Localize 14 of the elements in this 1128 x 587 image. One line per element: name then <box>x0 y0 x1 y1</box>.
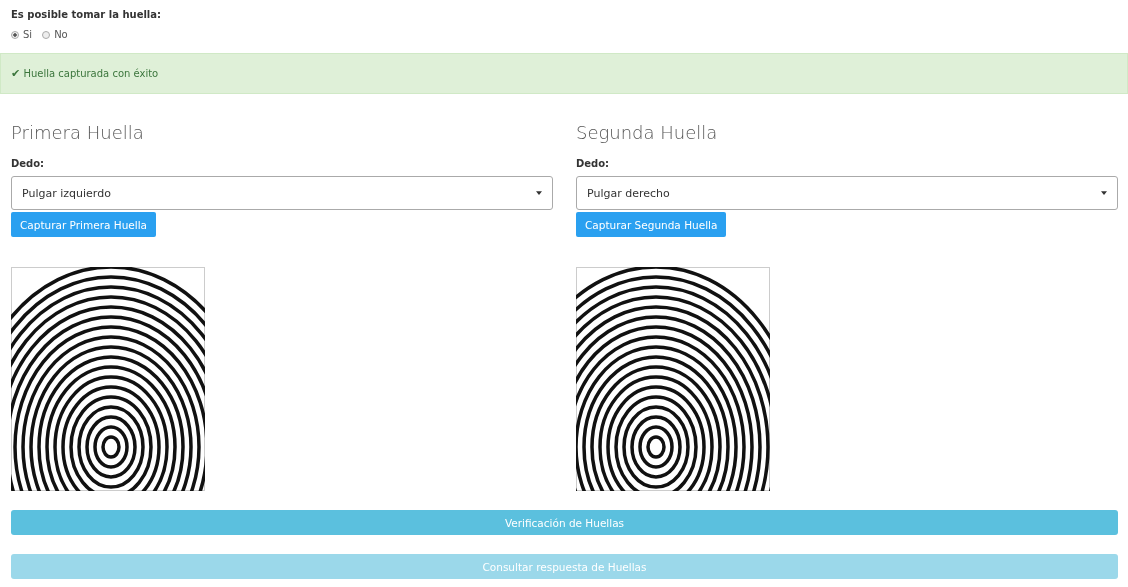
field-label: Dedo: <box>576 158 610 169</box>
caret-icon <box>1101 191 1107 195</box>
finger-select[interactable]: Pulgar derecho <box>576 176 1118 210</box>
finger-select[interactable]: Pulgar izquierdo <box>11 176 553 210</box>
radio-icon[interactable] <box>42 30 51 39</box>
radio-option[interactable]: No <box>42 29 68 40</box>
caret-icon <box>536 191 542 195</box>
radio-icon[interactable] <box>11 30 19 39</box>
field-label: Dedo: <box>11 158 45 169</box>
radio-option[interactable]: Si <box>11 29 33 40</box>
panel-title: Segunda Huella <box>576 122 718 143</box>
alert-message: ✔ Huella capturada con éxito <box>11 67 159 80</box>
panel-title: Primera Huella <box>11 122 144 143</box>
question-label: Es posible tomar la huella: <box>11 9 163 20</box>
